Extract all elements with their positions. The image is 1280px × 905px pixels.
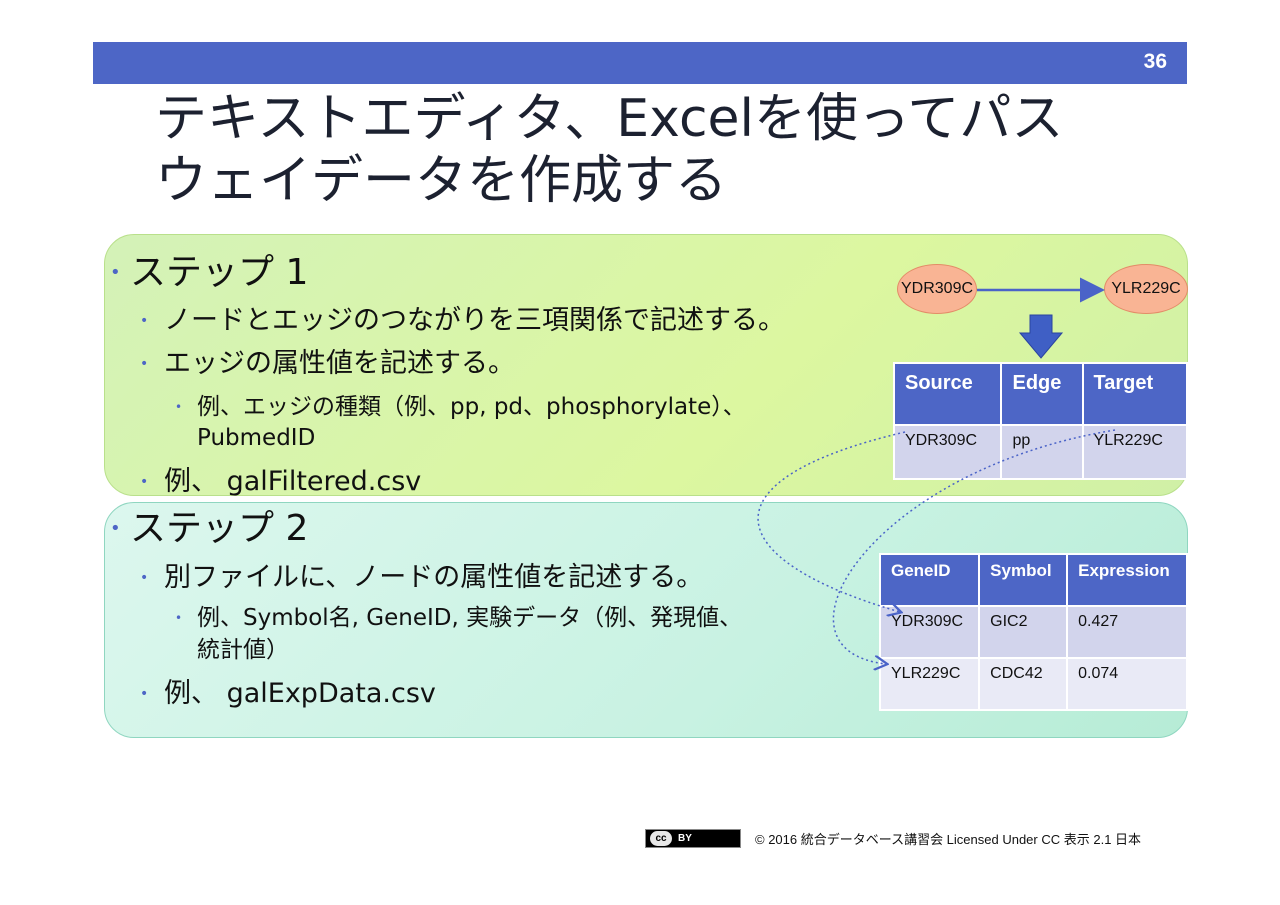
mapping-overlay [757,429,1116,905]
cc-icon: cc [650,830,672,846]
by-label: BY [678,832,692,844]
cc-by-badge: cc BY [645,828,741,848]
footer: cc BY © 2016 統合データベース講習会 Licensed Under … [645,828,1141,848]
license-text: © 2016 統合データベース講習会 Licensed Under CC 表示 … [755,831,1142,847]
source-mapping-curve [757,431,906,612]
target-mapping-curve [832,429,1116,664]
